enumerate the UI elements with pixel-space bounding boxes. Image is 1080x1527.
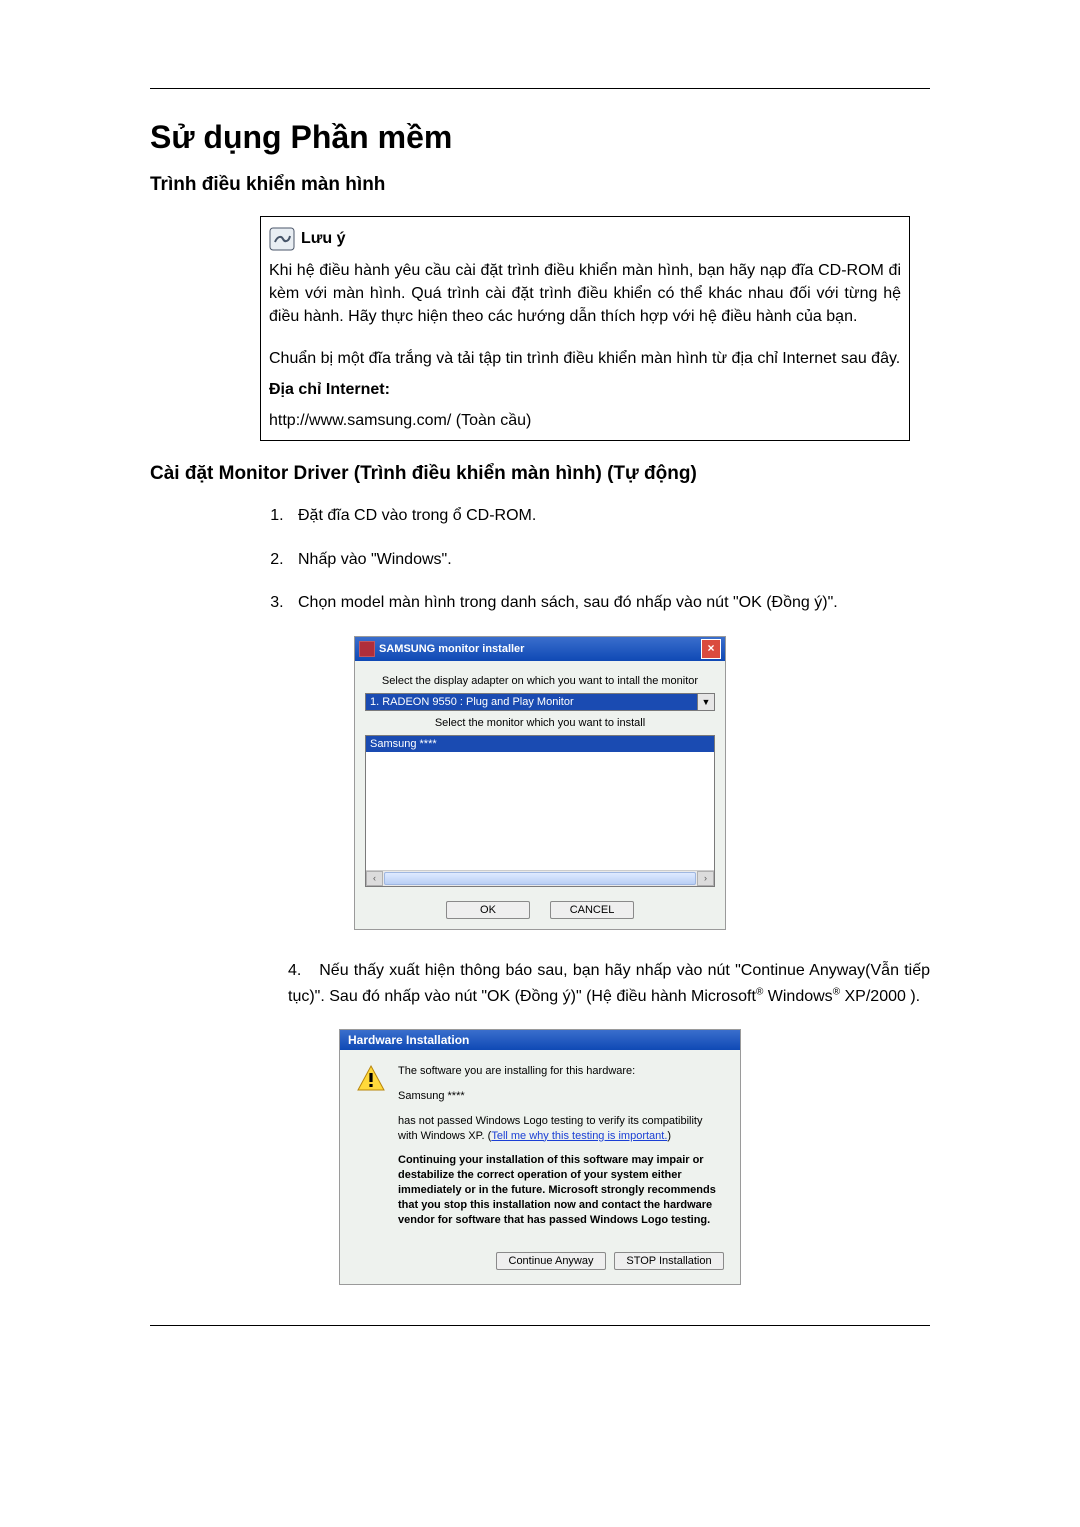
page-title: Sử dụng Phần mềm bbox=[150, 119, 930, 156]
step-4-text-a: Nếu thấy xuất hiện thông báo sau, bạn hã… bbox=[288, 962, 930, 1005]
why-testing-link[interactable]: Tell me why this testing is important. bbox=[491, 1130, 667, 1142]
step-4-text-c: XP/2000 ). bbox=[840, 988, 920, 1005]
ok-button[interactable]: OK bbox=[446, 901, 530, 919]
installer-titlebar: SAMSUNG monitor installer × bbox=[355, 637, 725, 661]
section-heading-1: Trình điều khiển màn hình bbox=[150, 174, 930, 196]
hw-msg-4: Continuing your installation of this sof… bbox=[398, 1153, 724, 1227]
section-heading-2: Cài đặt Monitor Driver (Trình điều khiển… bbox=[150, 463, 930, 485]
installer-label-1: Select the display adapter on which you … bbox=[365, 675, 715, 687]
monitor-listbox[interactable]: Samsung **** ‹ › bbox=[365, 735, 715, 887]
installer-title: SAMSUNG monitor installer bbox=[379, 643, 524, 655]
horizontal-scrollbar[interactable]: ‹ › bbox=[366, 870, 714, 886]
step-3: Chọn model màn hình trong danh sách, sau… bbox=[288, 590, 930, 616]
close-icon[interactable]: × bbox=[701, 639, 721, 659]
adapter-combobox[interactable]: 1. RADEON 9550 : Plug and Play Monitor ▼ bbox=[365, 693, 715, 711]
note-label: Lưu ý bbox=[301, 227, 345, 250]
stop-installation-button[interactable]: STOP Installation bbox=[614, 1252, 724, 1270]
continue-anyway-button[interactable]: Continue Anyway bbox=[496, 1252, 606, 1270]
installer-dialog: SAMSUNG monitor installer × Select the d… bbox=[354, 636, 726, 930]
hardware-title: Hardware Installation bbox=[340, 1030, 740, 1050]
scroll-thumb[interactable] bbox=[384, 872, 696, 885]
adapter-selected: 1. RADEON 9550 : Plug and Play Monitor bbox=[366, 694, 697, 710]
warning-icon bbox=[356, 1064, 386, 1094]
scroll-left-icon[interactable]: ‹ bbox=[366, 871, 383, 886]
note-box: Lưu ý Khi hệ điều hành yêu cầu cài đặt t… bbox=[260, 216, 910, 441]
note-paragraph-1: Khi hệ điều hành yêu cầu cài đặt trình đ… bbox=[261, 255, 909, 337]
step-1: Đặt đĩa CD vào trong ổ CD-ROM. bbox=[288, 503, 930, 529]
step-4-text-b: Windows bbox=[763, 988, 832, 1005]
top-rule bbox=[150, 88, 930, 89]
bottom-rule bbox=[150, 1325, 930, 1326]
monitor-list-item[interactable]: Samsung **** bbox=[366, 736, 714, 752]
note-paragraph-2: Chuẩn bị một đĩa trắng và tải tập tin tr… bbox=[261, 337, 909, 378]
installer-app-icon bbox=[359, 641, 375, 657]
internet-address: http://www.samsung.com/ (Toàn cầu) bbox=[261, 403, 909, 440]
hw-msg-1: The software you are installing for this… bbox=[398, 1064, 724, 1079]
note-icon bbox=[269, 227, 295, 251]
hardware-dialog: Hardware Installation The software you a… bbox=[339, 1029, 741, 1285]
steps-list: Đặt đĩa CD vào trong ổ CD-ROM. Nhấp vào … bbox=[260, 503, 930, 616]
chevron-down-icon[interactable]: ▼ bbox=[697, 694, 714, 710]
hw-msg-2: Samsung **** bbox=[398, 1089, 724, 1104]
registered-mark-2: ® bbox=[833, 986, 840, 997]
scroll-right-icon[interactable]: › bbox=[697, 871, 714, 886]
step-4: 4. Nếu thấy xuất hiện thông báo sau, bạn… bbox=[260, 958, 930, 1009]
step-4-number: 4. bbox=[288, 958, 314, 984]
step-2: Nhấp vào "Windows". bbox=[288, 547, 930, 573]
cancel-button[interactable]: CANCEL bbox=[550, 901, 634, 919]
hw-msg-3: has not passed Windows Logo testing to v… bbox=[398, 1114, 724, 1144]
installer-label-2: Select the monitor which you want to ins… bbox=[365, 717, 715, 729]
internet-address-label: Địa chỉ Internet: bbox=[269, 381, 390, 398]
